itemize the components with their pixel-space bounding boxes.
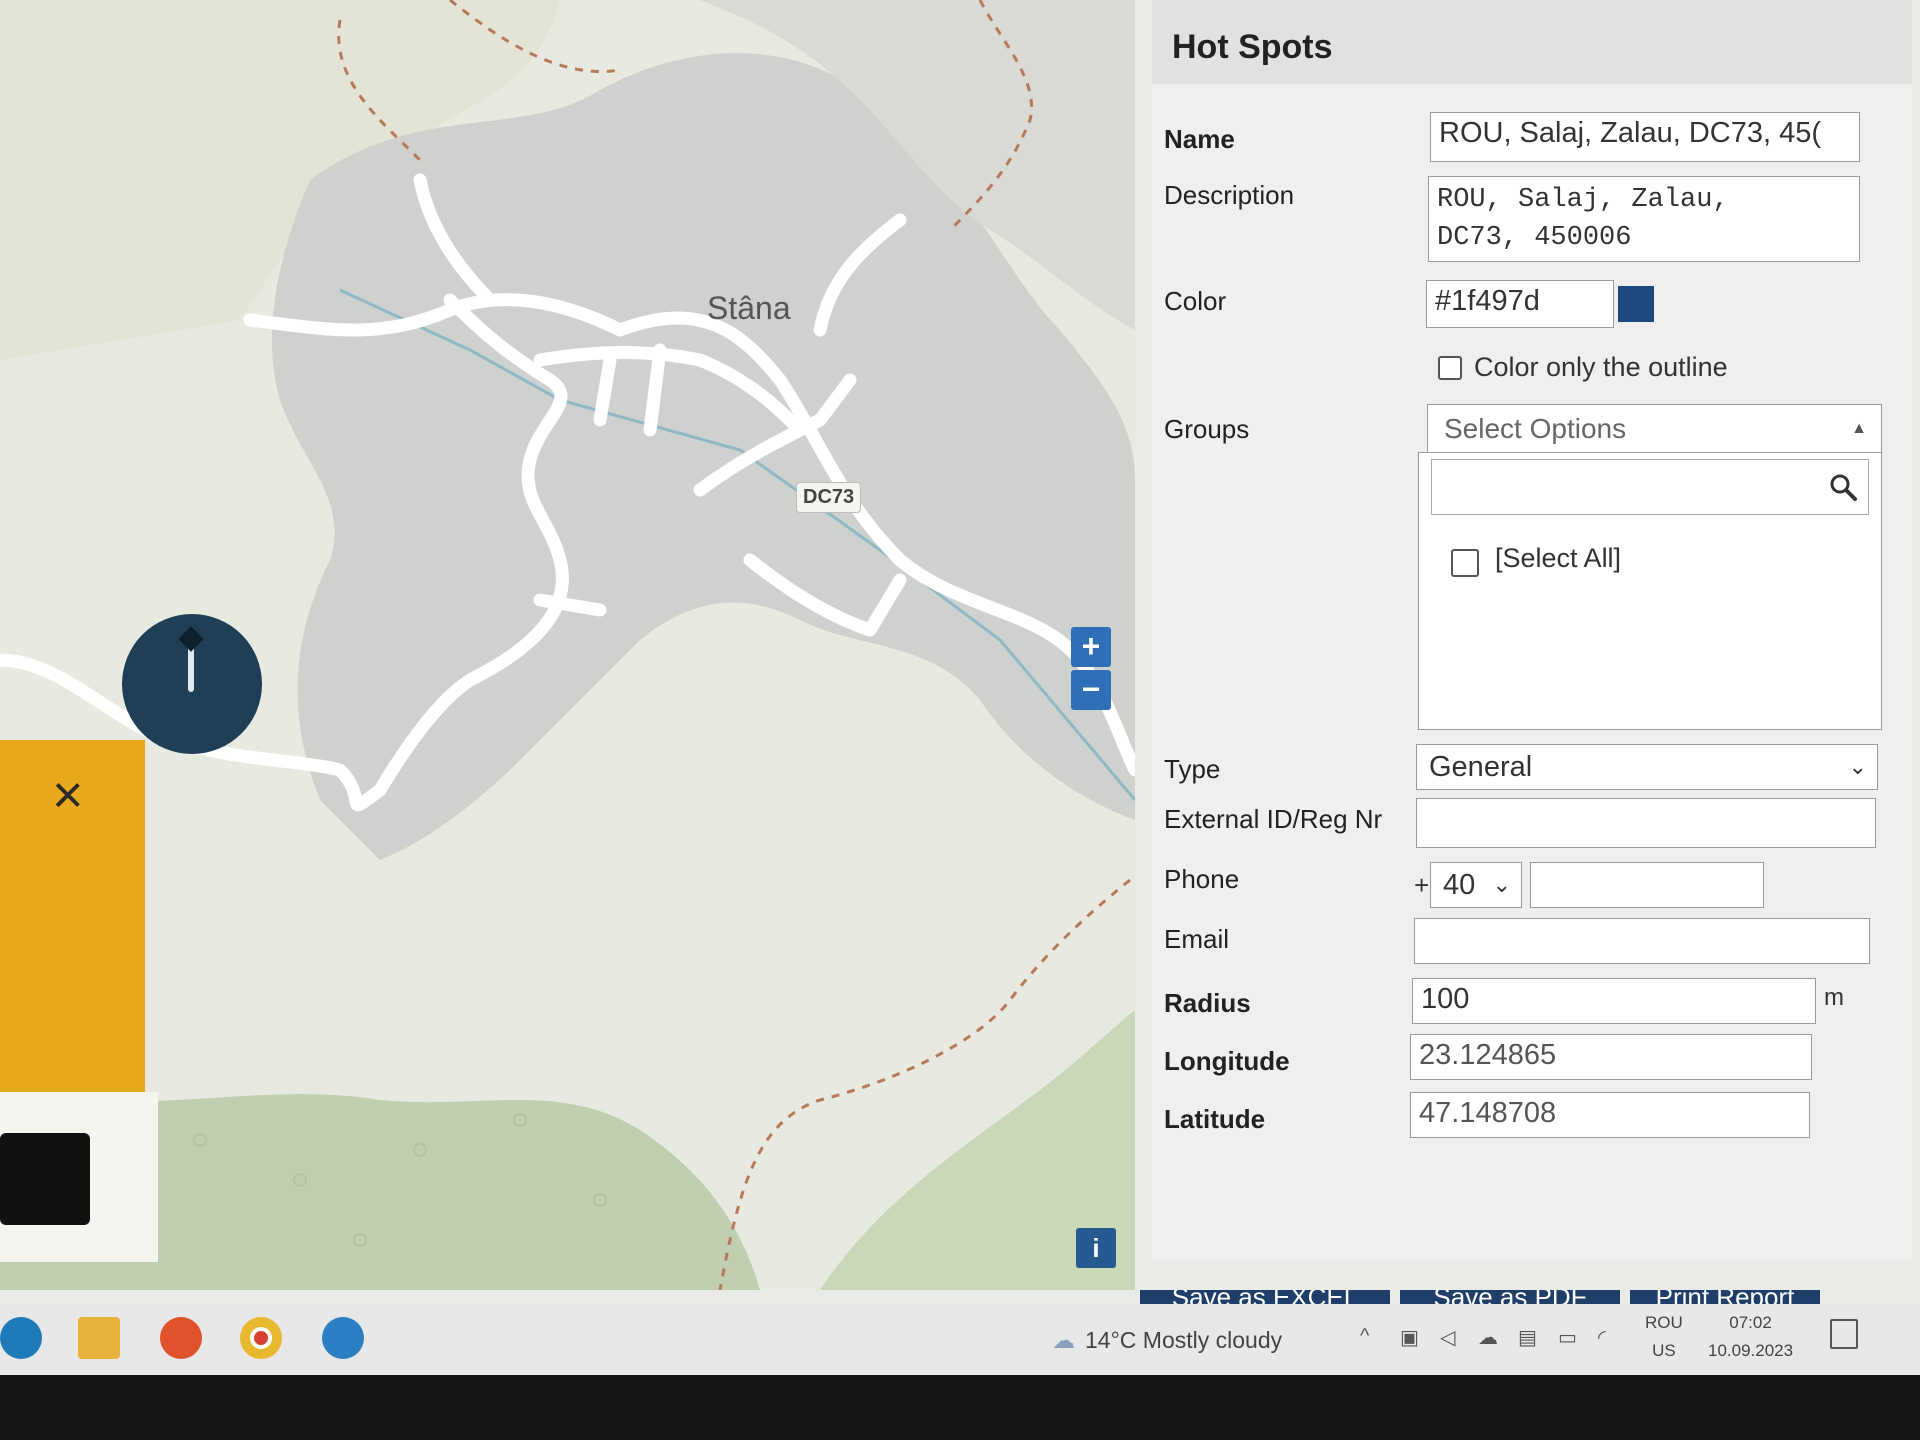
color-input[interactable]: #1f497d (1426, 280, 1614, 328)
email-label: Email (1164, 924, 1230, 954)
groups-select[interactable]: Select Options ▲ (1427, 404, 1882, 454)
description-label: Description (1164, 180, 1295, 210)
battery-icon[interactable]: ▭ (1558, 1325, 1577, 1350)
map-view[interactable]: Stâna DC73 + − × i (0, 0, 1135, 1290)
chevron-down-icon: ⌄ (1492, 872, 1511, 897)
type-value: General (1429, 751, 1533, 783)
external-id-input[interactable] (1416, 798, 1876, 848)
panel-title: Hot Spots (1152, 0, 1912, 84)
print-report-button[interactable]: Print Report (1630, 1290, 1820, 1304)
onedrive-icon[interactable]: ☁ (1478, 1325, 1498, 1350)
groups-dropdown: [Select All] (1418, 452, 1882, 730)
color-outline-label: Color only the outline (1474, 352, 1728, 382)
chevron-up-icon[interactable]: ^ (1360, 1325, 1369, 1348)
dark-button[interactable] (0, 1133, 90, 1225)
camera-icon[interactable]: ▣ (1400, 1325, 1419, 1350)
groups-search-input[interactable] (1431, 459, 1869, 515)
type-select[interactable]: General ⌄ (1416, 744, 1878, 790)
search-icon[interactable] (1828, 472, 1858, 502)
hotspot-marker[interactable] (122, 614, 262, 754)
hot-spots-panel: Hot Spots Name ROU, Salaj, Zalau, DC73, … (1152, 0, 1912, 1260)
phone-input[interactable] (1530, 862, 1764, 908)
name-input[interactable]: ROU, Salaj, Zalau, DC73, 45( (1430, 112, 1860, 162)
email-input[interactable] (1414, 918, 1870, 964)
external-id-label: External ID/Reg Nr (1164, 804, 1383, 834)
groups-placeholder: Select Options (1444, 413, 1627, 444)
save-pdf-button[interactable]: Save as PDF (1400, 1290, 1620, 1304)
cloud-icon: ☁ (1052, 1327, 1075, 1353)
radius-label: Radius (1164, 988, 1251, 1018)
select-all-label: [Select All] (1495, 543, 1622, 573)
notification-icon[interactable] (1830, 1319, 1858, 1349)
color-swatch[interactable] (1618, 286, 1654, 322)
road-label: DC73 (796, 482, 862, 513)
taskbar: ☁ 14°C Mostly cloudy ^ ▣ ◁ ☁ ▤ ▭ ◜ ROU US… (0, 1305, 1920, 1375)
alert-panel: × (0, 740, 145, 1095)
display-icon[interactable]: ▤ (1518, 1325, 1537, 1350)
wifi-icon[interactable]: ◜ (1598, 1325, 1606, 1350)
description-textarea[interactable]: ROU, Salaj, Zalau, DC73, 450006 (1428, 176, 1860, 262)
color-label: Color (1164, 286, 1227, 316)
volume-icon[interactable]: ◁ (1440, 1325, 1455, 1350)
clock-date: 10.09.2023 (1708, 1341, 1794, 1360)
lang-bottom: US (1652, 1341, 1676, 1360)
phone-code-select[interactable]: 40 ⌄ (1430, 862, 1522, 908)
zoom-out-button[interactable]: − (1071, 670, 1111, 710)
save-excel-button[interactable]: Save as EXCEL (1140, 1290, 1390, 1304)
info-button[interactable]: i (1076, 1228, 1116, 1268)
type-label: Type (1164, 754, 1221, 784)
latitude-label: Latitude (1164, 1104, 1266, 1134)
place-label: Stâna (707, 290, 791, 326)
phone-plus: + (1414, 870, 1430, 900)
zoom-in-button[interactable]: + (1071, 627, 1111, 667)
screen: Stâna DC73 + − × i Hot Spots Name ROU, S… (0, 0, 1920, 1375)
longitude-input[interactable]: 23.124865 (1410, 1034, 1812, 1080)
chevron-up-icon: ▲ (1851, 420, 1867, 437)
radius-unit: m (1824, 984, 1844, 1011)
longitude-label: Longitude (1164, 1046, 1290, 1076)
select-all-checkbox[interactable] (1451, 549, 1479, 577)
clock-time: 07:02 (1729, 1313, 1772, 1332)
clock[interactable]: 07:02 10.09.2023 (1708, 1309, 1793, 1365)
firefox-icon[interactable] (160, 1317, 202, 1359)
pin-head-icon (178, 626, 204, 652)
latitude-input[interactable]: 47.148708 (1410, 1092, 1810, 1138)
close-icon[interactable]: × (52, 768, 84, 822)
chevron-down-icon: ⌄ (1848, 754, 1867, 779)
weather-widget[interactable]: ☁ 14°C Mostly cloudy (1052, 1327, 1282, 1354)
app-icon[interactable] (322, 1317, 364, 1359)
phone-code-value: 40 (1443, 869, 1476, 901)
lang-top: ROU (1645, 1313, 1683, 1332)
radius-input[interactable]: 100 (1412, 978, 1816, 1024)
weather-text: 14°C Mostly cloudy (1085, 1327, 1283, 1353)
file-explorer-icon[interactable] (78, 1317, 120, 1359)
language-indicator[interactable]: ROU US (1645, 1309, 1683, 1365)
phone-label: Phone (1164, 864, 1240, 894)
groups-label: Groups (1164, 414, 1250, 444)
name-label: Name (1164, 124, 1235, 154)
color-outline-checkbox[interactable] (1438, 356, 1462, 380)
edge-icon[interactable] (0, 1317, 42, 1359)
chrome-icon[interactable] (240, 1317, 282, 1359)
